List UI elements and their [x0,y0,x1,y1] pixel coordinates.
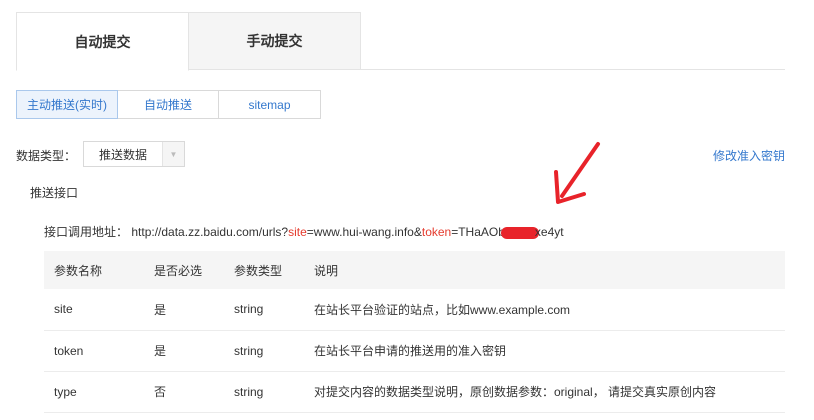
cell-param-type: string [224,289,304,331]
section-title: 推送接口 [30,186,79,200]
tab-sitemap[interactable]: sitemap [218,90,321,119]
triangle-down-icon: ▼ [162,142,184,166]
table-row: type 否 string 对提交内容的数据类型说明，原创数据参数：origin… [44,371,785,413]
api-endpoint: 接口调用地址： http://data.zz.baidu.com/urls?si… [44,223,564,240]
cell-param-type: string [224,330,304,372]
header-param-type: 参数类型 [224,251,304,289]
data-type-select[interactable]: 推送数据 ▼ [83,141,185,167]
table-row: token 是 string 在站长平台申请的推送用的准入密钥 [44,330,785,372]
red-arrow-annotation [554,142,600,204]
cell-description: 对提交内容的数据类型说明，原创数据参数：original， 请提交真实原创内容 [304,371,785,413]
header-param-name: 参数名称 [44,251,144,289]
table-header-row: 参数名称 是否必选 参数类型 说明 [44,251,785,289]
push-method-tabs: 主动推送(实时) 自动推送 sitemap [16,90,321,119]
redaction-mark [500,226,539,239]
header-description: 说明 [304,251,785,289]
modify-key-link[interactable]: 修改准入密钥 [713,147,785,164]
api-param-site: site [288,225,307,239]
cell-param-name: site [44,289,144,331]
cell-param-name: type [44,371,144,413]
cell-description: 在站长平台申请的推送用的准入密钥 [304,330,785,372]
params-table: 参数名称 是否必选 参数类型 说明 site 是 string 在站长平台验证的… [44,251,785,413]
cell-param-name: token [44,330,144,372]
api-param-token: token [421,225,452,239]
api-label: 接口调用地址： [44,225,129,239]
header-required: 是否必选 [144,251,224,289]
tab-auto-push[interactable]: 自动推送 [117,90,219,119]
cell-required: 否 [144,371,224,413]
cell-required: 是 [144,330,224,372]
api-url-prefix: http://data.zz.baidu.com/urls? [131,225,289,239]
data-type-label: 数据类型： [16,149,77,163]
api-token-end: xe4yt [534,225,564,239]
tab-auto-submit[interactable]: 自动提交 [16,12,189,71]
table-row: site 是 string 在站长平台验证的站点，比如www.example.c… [44,289,785,331]
submit-mode-tabs: 自动提交 手动提交 [16,12,785,71]
cell-required: 是 [144,289,224,331]
api-token-start: =THaAOb [451,225,505,239]
cell-description: 在站长平台验证的站点，比如www.example.com [304,289,785,331]
api-site-value: =www.hui-wang.info& [306,225,422,239]
tab-active-push[interactable]: 主动推送(实时) [16,90,118,119]
cell-param-type: string [224,371,304,413]
data-type-value: 推送数据 [98,147,147,162]
tab-manual-submit[interactable]: 手动提交 [188,12,361,70]
